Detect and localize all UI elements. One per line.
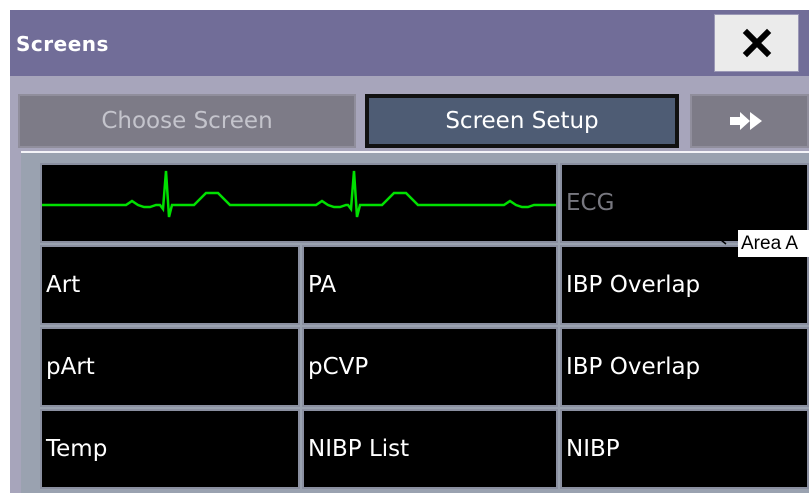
ecg-waveform-icon: [42, 170, 556, 218]
tab-screen-setup-label: Screen Setup: [445, 108, 599, 134]
layout-cell[interactable]: NIBP: [560, 409, 809, 489]
layout-cell[interactable]: pCVP: [302, 327, 558, 407]
double-arrow-right-icon: [729, 112, 762, 130]
layout-cell-label: pArt: [46, 354, 95, 380]
screen-layout-panel: ECG Art PA IBP Overlap pArt pCVP IBP Ove…: [21, 151, 809, 493]
layout-cell[interactable]: Temp: [40, 409, 300, 489]
area-a-callout: Area A: [738, 230, 809, 257]
layout-cell-label: IBP Overlap: [566, 354, 701, 380]
layout-cell-label: Art: [46, 272, 81, 298]
layout-cell[interactable]: IBP Overlap: [560, 245, 809, 325]
window-title: Screens: [16, 32, 109, 56]
ecg-cell-label: ECG: [566, 190, 615, 216]
layout-cell[interactable]: PA: [302, 245, 558, 325]
callout-arrow-icon: [719, 235, 738, 245]
layout-cell-label: NIBP: [566, 436, 620, 462]
layout-cell[interactable]: IBP Overlap: [560, 327, 809, 407]
tab-choose-screen-label: Choose Screen: [101, 108, 273, 134]
layout-cell-label: PA: [308, 272, 337, 298]
area-a-callout-text: Area A: [741, 232, 799, 254]
next-page-button[interactable]: [690, 94, 809, 148]
layout-cell-label: pCVP: [308, 354, 369, 380]
screens-window: Screens Choose Screen Screen Setup ECG A…: [10, 10, 809, 493]
layout-cell-label: NIBP List: [308, 436, 410, 462]
tab-screen-setup[interactable]: Screen Setup: [365, 94, 679, 148]
layout-cell[interactable]: Art: [40, 245, 300, 325]
ecg-waveform-cell[interactable]: [40, 163, 558, 243]
tab-choose-screen[interactable]: Choose Screen: [18, 94, 356, 148]
layout-cell-label: IBP Overlap: [566, 272, 701, 298]
layout-cell[interactable]: NIBP List: [302, 409, 558, 489]
layout-cell[interactable]: pArt: [40, 327, 300, 407]
title-bar: Screens: [10, 10, 809, 76]
close-button[interactable]: [714, 14, 799, 72]
layout-cell-label: Temp: [46, 436, 108, 462]
close-x-icon: [742, 28, 771, 58]
